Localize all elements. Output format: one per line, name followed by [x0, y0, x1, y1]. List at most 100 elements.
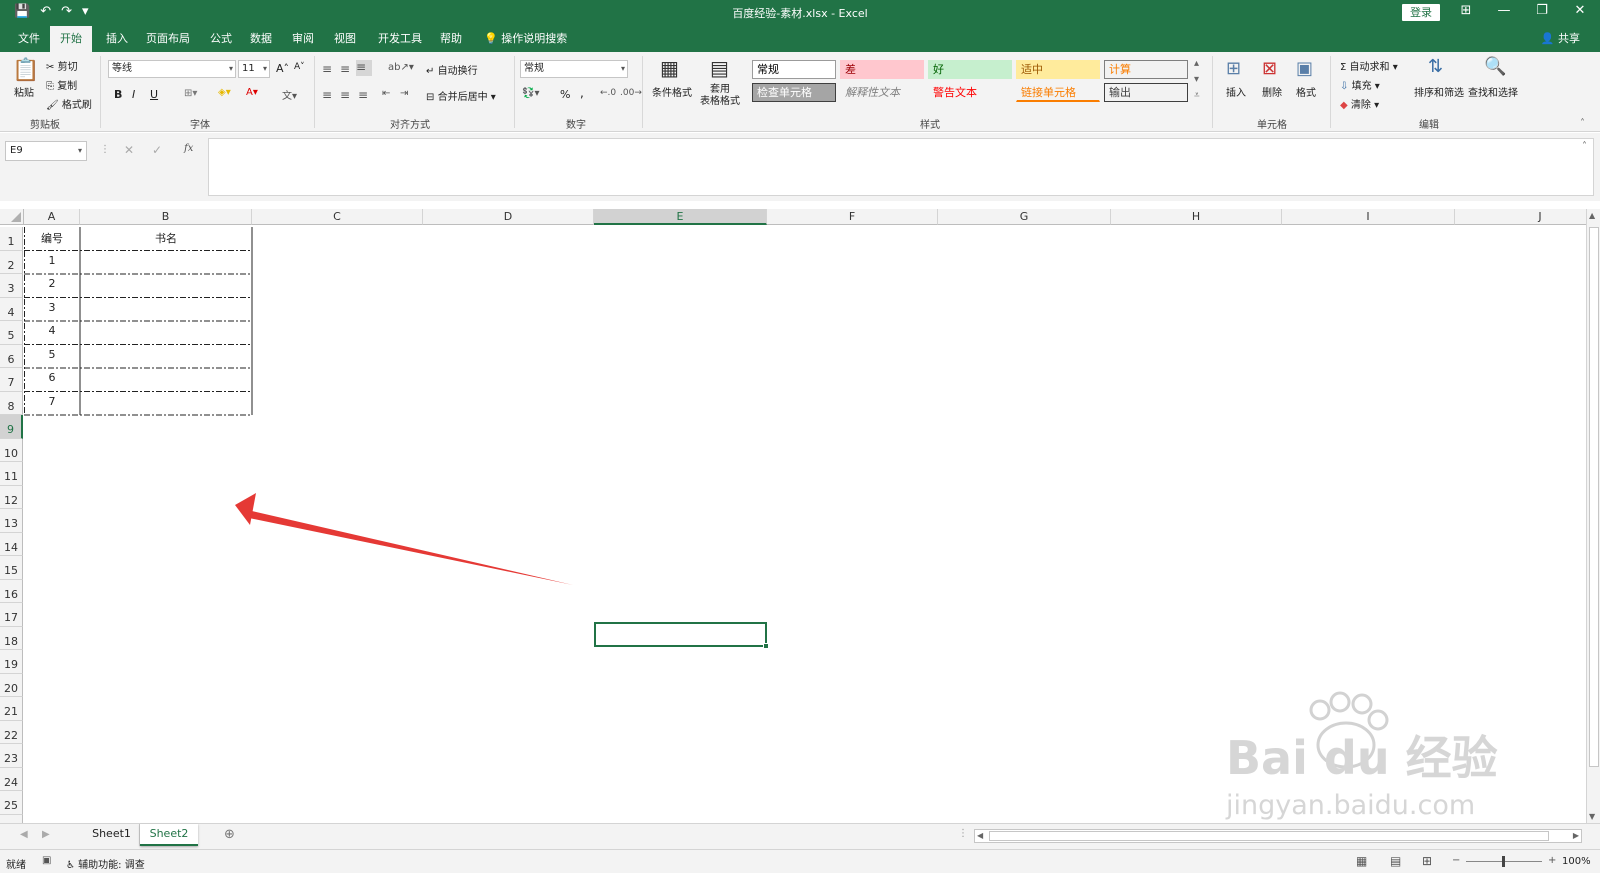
orientation-icon[interactable]: ab↗▾ [388, 62, 414, 73]
splitter-icon[interactable]: ⋮ [958, 828, 968, 839]
zoom-slider-thumb[interactable] [1502, 856, 1505, 867]
tab-developer[interactable]: 开发工具 [374, 26, 426, 52]
decrease-font-icon[interactable]: A˅ [294, 62, 305, 72]
delete-cells-icon[interactable]: ⊠ [1262, 58, 1277, 79]
clear-button[interactable]: ◆ 清除 ▾ [1340, 96, 1379, 111]
next-sheet-icon[interactable]: ▶ [42, 829, 50, 840]
align-left-icon[interactable]: ≡ [322, 88, 332, 102]
scroll-right-icon[interactable]: ▶ [1573, 831, 1579, 840]
paste-icon[interactable]: 📋 [12, 58, 39, 83]
horizontal-scrollbar[interactable]: ◀ ▶ [974, 829, 1582, 843]
scroll-thumb[interactable] [1589, 227, 1599, 767]
sheet-tab-sheet1[interactable]: Sheet1 [84, 824, 140, 846]
insert-cells-label[interactable]: 插入 [1226, 84, 1246, 99]
phonetic-icon[interactable]: 文▾ [282, 87, 297, 102]
selected-cell-e9[interactable] [594, 622, 769, 649]
format-as-table-label[interactable]: 套用 表格格式 [700, 84, 740, 108]
cancel-icon[interactable]: ✕ [124, 143, 134, 157]
comma-button[interactable]: , [580, 86, 584, 100]
cell-style-2[interactable]: 好 [928, 60, 1012, 79]
conditional-format-label[interactable]: 条件格式 [652, 84, 692, 99]
gallery-scroll-down-icon[interactable]: ▾ [1194, 74, 1199, 85]
macro-record-icon[interactable]: ▣ [42, 855, 51, 866]
restore-button[interactable]: ❐ [1532, 3, 1552, 18]
gallery-more-icon[interactable]: ⩡ [1194, 90, 1200, 101]
merge-center-button[interactable]: ⊟ 合并后居中 ▾ [426, 88, 496, 103]
scroll-up-icon[interactable]: ▲ [1589, 211, 1595, 220]
tab-home[interactable]: 开始 [50, 26, 92, 52]
tab-help[interactable]: 帮助 [436, 26, 466, 52]
number-format-combo[interactable]: 常规 ▾ [520, 60, 628, 78]
sheet-tab-sheet2[interactable]: Sheet2 [140, 824, 198, 846]
accessibility-status[interactable]: ♿ 辅助功能: 调查 [66, 856, 145, 871]
cell-style-6[interactable]: 解释性文本 [840, 83, 924, 102]
border-icon[interactable]: ⊞▾ [184, 88, 197, 99]
scroll-down-icon[interactable]: ▼ [1589, 812, 1595, 821]
format-cells-icon[interactable]: ▣ [1296, 58, 1313, 79]
increase-decimal-icon[interactable]: ←.0 [600, 88, 616, 98]
fill-button[interactable]: ⇩ 填充 ▾ [1340, 77, 1380, 92]
font-name-combo[interactable]: 等线 ▾ [108, 60, 236, 78]
copy-button[interactable]: ⎘ 复制 [46, 77, 77, 92]
format-as-table-icon[interactable]: ▤ [710, 56, 729, 80]
close-button[interactable]: ✕ [1570, 3, 1590, 18]
sort-filter-label[interactable]: 排序和筛选 [1414, 84, 1464, 99]
sort-filter-icon[interactable]: ⇅ [1428, 56, 1443, 77]
enter-icon[interactable]: ✓ [152, 143, 162, 157]
tab-formulas[interactable]: 公式 [206, 26, 236, 52]
collapse-ribbon-icon[interactable]: ˄ [1580, 118, 1585, 129]
vertical-scrollbar[interactable]: ▲ ▼ [1586, 209, 1600, 823]
paste-label[interactable]: 粘贴 [14, 84, 34, 99]
name-box[interactable]: E9 ▾ [5, 141, 87, 161]
underline-button[interactable]: U [150, 88, 158, 101]
align-bottom-icon[interactable]: ≡ [356, 60, 372, 76]
formula-input[interactable] [208, 138, 1594, 196]
zoom-slider[interactable] [1466, 856, 1542, 867]
font-color-icon[interactable]: A▾ [246, 87, 258, 98]
format-cells-label[interactable]: 格式 [1296, 84, 1316, 99]
login-button[interactable]: 登录 [1402, 4, 1440, 21]
fill-handle[interactable] [763, 643, 769, 649]
decrease-indent-icon[interactable]: ⇤ [382, 88, 390, 99]
decrease-decimal-icon[interactable]: .00→ [620, 88, 642, 98]
worksheet-grid[interactable]: ABCDEFGHIJ 1 2 3 4 5 6 7 8 9 10 11 12 13 14 15 16 17 18 19… [0, 209, 1586, 823]
font-size-combo[interactable]: 11 ▾ [238, 60, 270, 78]
normal-view-icon[interactable]: ▦ [1356, 854, 1367, 868]
tab-review[interactable]: 审阅 [288, 26, 318, 52]
share-button[interactable]: 👤 共享 [1541, 26, 1580, 52]
format-painter-button[interactable]: 🖌 格式刷 [46, 96, 92, 111]
gallery-scroll-up-icon[interactable]: ▴ [1194, 58, 1199, 69]
cut-button[interactable]: ✂ 剪切 [46, 58, 78, 73]
align-middle-icon[interactable]: ≡ [340, 62, 350, 76]
page-break-view-icon[interactable]: ⊞ [1422, 854, 1432, 868]
cell-style-5[interactable]: 检查单元格 [752, 83, 836, 102]
cell-style-9[interactable]: 输出 [1104, 83, 1188, 102]
percent-button[interactable]: % [560, 88, 570, 101]
wrap-text-button[interactable]: ↵ 自动换行 [426, 62, 478, 77]
scroll-left-icon[interactable]: ◀ [977, 831, 983, 840]
align-top-icon[interactable]: ≡ [322, 62, 332, 76]
find-select-icon[interactable]: 🔍 [1484, 56, 1506, 77]
increase-indent-icon[interactable]: ⇥ [400, 88, 408, 99]
autosum-button[interactable]: Σ 自动求和 ▾ [1340, 58, 1398, 73]
add-sheet-icon[interactable]: ⊕ [224, 827, 235, 842]
increase-font-icon[interactable]: A˄ [276, 62, 289, 75]
cell-style-0[interactable]: 常规 [752, 60, 836, 79]
tab-insert[interactable]: 插入 [102, 26, 132, 52]
cell-style-1[interactable]: 差 [840, 60, 924, 79]
insert-cells-icon[interactable]: ⊞ [1226, 58, 1241, 79]
tab-view[interactable]: 视图 [330, 26, 360, 52]
cell-style-3[interactable]: 适中 [1016, 60, 1100, 79]
insert-function-icon[interactable]: fx [184, 143, 193, 154]
zoom-out-icon[interactable]: − [1452, 855, 1460, 866]
tell-me-search[interactable]: 💡 操作说明搜索 [480, 26, 571, 52]
cell-style-8[interactable]: 链接单元格 [1016, 83, 1100, 102]
ribbon-display-icon[interactable]: ⊞ [1456, 3, 1476, 18]
zoom-level[interactable]: 100% [1562, 856, 1591, 867]
align-right-icon[interactable]: ≡ [358, 88, 368, 102]
conditional-format-icon[interactable]: ▦ [660, 56, 679, 80]
zoom-in-icon[interactable]: + [1548, 855, 1556, 866]
page-layout-view-icon[interactable]: ▤ [1390, 854, 1401, 868]
currency-icon[interactable]: 💱▾ [522, 88, 539, 99]
italic-button[interactable]: I [132, 88, 135, 101]
